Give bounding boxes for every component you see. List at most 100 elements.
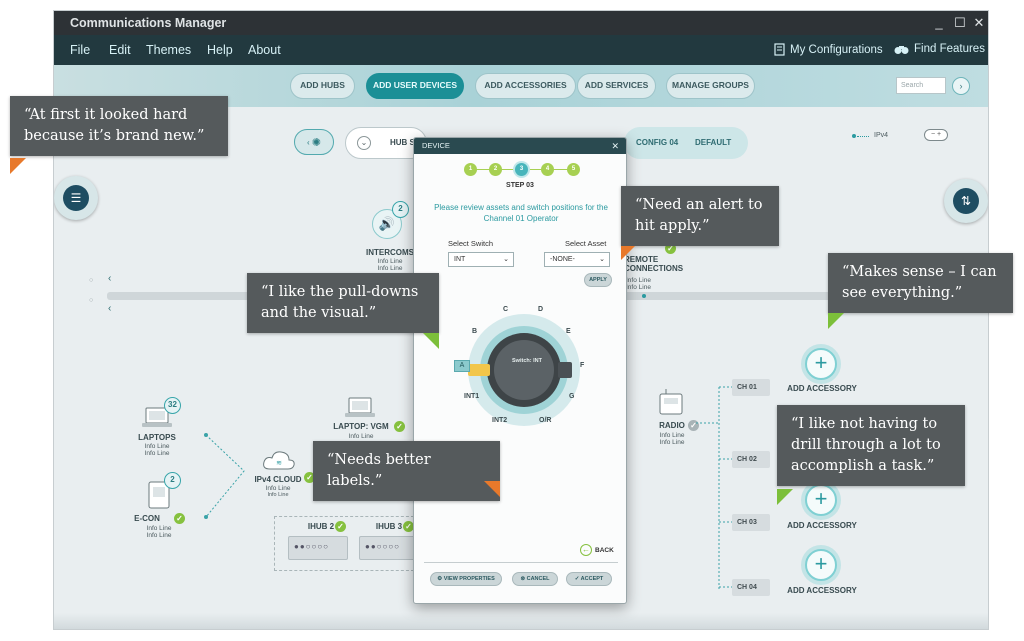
cloud-icon[interactable]: ≋ [262, 449, 296, 473]
channel-01-dropdown[interactable]: CH 01 [732, 379, 770, 396]
list-view-button[interactable]: ☰ [54, 176, 98, 220]
dialog-header: DEVICE ✕ [414, 138, 626, 154]
filter-settings-button[interactable]: ⇅ [944, 179, 988, 223]
page: Communications Manager _ ☐ ✕ File Edit T… [0, 0, 1024, 641]
radio-info-2: Info Line [659, 439, 685, 446]
chevron-down-icon: ⌄ [599, 256, 605, 263]
default-tab[interactable]: DEFAULT [695, 138, 731, 147]
add-accessory-label-4: ADD ACCESSORY [787, 586, 857, 595]
add-accessories-button[interactable]: ADD ACCESSORIES [475, 73, 576, 99]
add-accessory-button-4[interactable]: + [805, 549, 837, 581]
close-window-button[interactable]: ✕ [968, 11, 988, 35]
dial-position-d[interactable]: D [538, 306, 543, 313]
menu-help[interactable]: Help [207, 43, 233, 57]
accept-button[interactable]: ✓ ACCEPT [566, 572, 612, 586]
ipv4-legend-dot [852, 134, 856, 138]
remote-info-2: Info Line [626, 284, 651, 291]
config-tabs: CONFIG 04 DEFAULT [624, 127, 748, 159]
dial-position-c[interactable]: C [503, 306, 508, 313]
add-accessory-button-1[interactable]: + [805, 348, 837, 380]
step-1[interactable]: 1 [464, 163, 477, 176]
binoculars-icon [894, 45, 909, 54]
menu-about[interactable]: About [248, 43, 281, 57]
channel-02-dropdown[interactable]: CH 02 [732, 451, 770, 468]
list-icon: ☰ [63, 185, 89, 211]
menu-themes[interactable]: Themes [146, 43, 191, 57]
menu-file[interactable]: File [70, 43, 90, 57]
ipv4-cloud-info-2: Info Line [267, 492, 289, 498]
dial-position-e[interactable]: E [566, 328, 571, 335]
arrow-left-icon: ← [580, 544, 592, 556]
search-go-button[interactable]: › [952, 77, 970, 95]
app-title: Communications Manager [70, 16, 227, 30]
callout-3: “Makes sense – I can see everything.” [828, 253, 1013, 313]
ipv4-cloud-label: IPv4 CLOUD [254, 475, 302, 484]
dial-position-int2[interactable]: INT2 [492, 417, 507, 424]
menu-bar: File Edit Themes Help About My Configura… [54, 35, 988, 65]
step-2[interactable]: 2 [489, 163, 502, 176]
step-4[interactable]: 4 [541, 163, 554, 176]
ipv4-legend-line [857, 136, 869, 137]
timeline-marker-icon: ○ [89, 297, 94, 304]
channel-04-dropdown[interactable]: CH 04 [732, 579, 770, 596]
econ-count-badge: 2 [164, 472, 181, 489]
config-tab[interactable]: CONFIG 04 [636, 138, 678, 147]
intercoms-info-2: Info Line [377, 265, 403, 272]
step-3[interactable]: 3 [515, 163, 528, 176]
find-features-link[interactable]: Find Features [894, 43, 985, 55]
step-5[interactable]: 5 [567, 163, 580, 176]
add-accessory-button-3[interactable]: + [805, 484, 837, 516]
dialog-close-icon[interactable]: ✕ [611, 138, 619, 154]
hub-selector-button[interactable]: ‹ ✺ [294, 129, 334, 155]
dial-position-a[interactable]: A [454, 360, 470, 372]
dial-position-g[interactable]: G [569, 393, 574, 400]
svg-text:≋: ≋ [276, 460, 282, 467]
dial-position-int1[interactable]: INT1 [464, 393, 479, 400]
channel-03-dropdown[interactable]: CH 03 [732, 514, 770, 531]
ihub2-check-icon: ✓ [335, 521, 346, 532]
select-asset-dropdown[interactable]: -NONE- ⌄ [544, 252, 610, 267]
laptop-vgm-info: Info Line [348, 433, 374, 440]
sliders-icon: ⇅ [953, 188, 979, 214]
hub-label: HUB S [390, 138, 415, 147]
add-services-button[interactable]: ADD SERVICES [577, 73, 656, 99]
laptop-vgm-icon[interactable] [345, 397, 375, 419]
add-hubs-button[interactable]: ADD HUBS [290, 73, 355, 99]
view-properties-button[interactable]: ⚙ VIEW PROPERTIES [430, 572, 502, 586]
ihub3-device[interactable]: ●●○○○○ [359, 536, 415, 560]
zoom-toggle[interactable]: − + [924, 129, 948, 141]
dial-position-or[interactable]: O/R [539, 417, 551, 424]
apply-button[interactable]: APPLY [584, 273, 612, 287]
callout-3-tail [828, 313, 844, 329]
callout-2-tail [621, 246, 635, 260]
channel-connector-lines [696, 386, 732, 589]
dial-position-b[interactable]: B [472, 328, 477, 335]
radio-icon[interactable] [658, 388, 684, 416]
callout-1: “At first it looked hard because it’s br… [10, 96, 228, 156]
ihub2-device[interactable]: ●●○○○○ [288, 536, 348, 560]
add-user-devices-button[interactable]: ADD USER DEVICES [366, 73, 464, 99]
timeline-marker-icon: ○ [89, 277, 94, 284]
laptop-vgm-label: LAPTOP: VGM [333, 422, 389, 431]
callout-1-tail [10, 158, 26, 174]
bottom-status-bar [54, 613, 988, 629]
manage-groups-button[interactable]: MANAGE GROUPS [666, 73, 755, 99]
chevron-down-icon: ⌄ [503, 256, 509, 263]
my-configurations-link[interactable]: My Configurations [774, 43, 883, 56]
back-label: BACK [595, 546, 614, 554]
select-switch-dropdown[interactable]: INT ⌄ [448, 252, 514, 267]
search-input[interactable]: Search [896, 77, 946, 94]
minimize-button[interactable]: _ [928, 11, 950, 35]
chevron-left-icon: ‹ [307, 137, 310, 147]
callout-6-tail [484, 481, 500, 497]
dial-position-f[interactable]: F [580, 362, 584, 369]
intercoms-label: INTERCOMS [366, 248, 414, 257]
scroll-left-icon[interactable]: ‹ [108, 303, 111, 314]
back-button[interactable]: ← BACK [580, 544, 614, 556]
callout-4: “I like the pull-downs and the visual.” [247, 273, 439, 333]
menu-edit[interactable]: Edit [109, 43, 131, 57]
cancel-button[interactable]: ⊗ CANCEL [512, 572, 558, 586]
laptops-info-2: Info Line [144, 450, 170, 457]
switch-dial[interactable] [454, 308, 594, 433]
scroll-left-icon[interactable]: ‹ [108, 273, 111, 284]
